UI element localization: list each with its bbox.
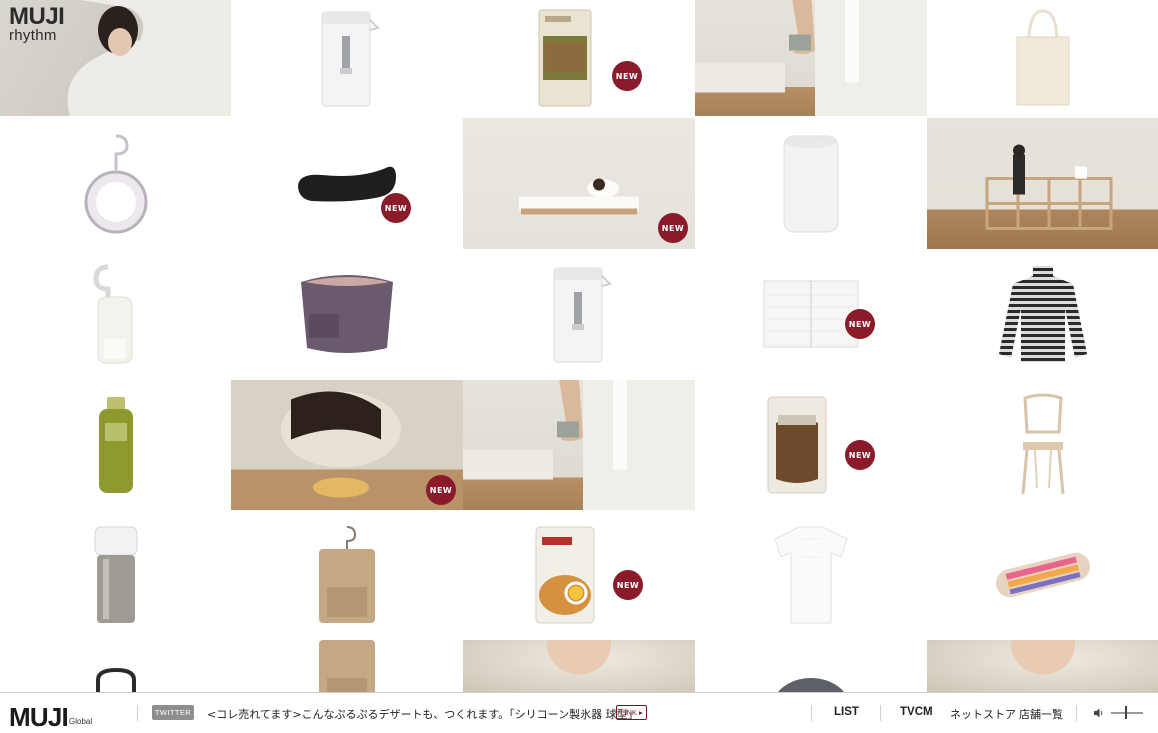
bag-handle-icon: [96, 667, 136, 692]
tile-notebook[interactable]: NEW: [695, 249, 927, 379]
pitcher-icon: [321, 11, 380, 107]
nav-list[interactable]: LIST: [834, 706, 859, 718]
tile-model-towel[interactable]: MUJI rhythm: [0, 0, 231, 116]
tile-chaplin-pouch[interactable]: NEW: [463, 510, 695, 640]
new-badge: NEW: [381, 193, 411, 223]
chair-icon: [1021, 393, 1065, 495]
new-badge: NEW: [658, 213, 688, 243]
tile-hanging-light[interactable]: [0, 118, 232, 249]
tile-cake-decorating[interactable]: NEW: [231, 380, 463, 510]
nav-tvcm[interactable]: TVCM: [900, 706, 933, 718]
nav-stores[interactable]: 店舗一覧: [1019, 706, 1063, 722]
tile-shelf-room[interactable]: [927, 118, 1158, 249]
speaker-icon[interactable]: [1093, 707, 1105, 719]
hanging-light-icon: [84, 134, 148, 233]
hanging-pouch-icon: [319, 640, 375, 692]
brand-sub: rhythm: [9, 26, 57, 44]
tile-cushion[interactable]: [695, 640, 927, 692]
tile-hook-lamp[interactable]: [0, 249, 232, 379]
pitcher-icon: [553, 267, 612, 363]
shelf-photo: [985, 144, 1113, 230]
cushion-icon: [777, 678, 845, 692]
brand-name: MUJI: [9, 3, 65, 30]
new-badge: NEW: [612, 61, 642, 91]
tile-striped-turtleneck[interactable]: [927, 249, 1158, 379]
tile-bed-lounge[interactable]: NEW: [463, 118, 695, 249]
stairs-photo: [463, 380, 695, 510]
pouch-icon: [538, 9, 592, 107]
tumbler-icon: [94, 526, 138, 623]
nav-netstore[interactable]: ネットストア: [950, 706, 1016, 722]
tile-water-pitcher-2[interactable]: [463, 249, 695, 379]
hanging-pouch-icon: [319, 526, 375, 623]
bottle-icon: [99, 397, 133, 493]
pencil-case-icon: [996, 552, 1090, 598]
notebook-icon: [763, 280, 859, 348]
tile-mother-child[interactable]: [463, 640, 695, 692]
portrait-photo: [547, 640, 611, 675]
tile-hanging-pouch[interactable]: [231, 510, 463, 640]
hook-lamp-icon: [93, 264, 133, 364]
tile-bag-organizer[interactable]: [231, 249, 463, 379]
product-grid: MUJI rhythm NEW NEW NEW NEW NEW NEW NEW: [0, 0, 1158, 692]
tile-bag-handle[interactable]: [0, 640, 232, 692]
tshirt-icon: [774, 526, 848, 624]
volume-knob[interactable]: [1125, 706, 1127, 719]
region-label[interactable]: Global: [69, 717, 92, 726]
tile-foot-cover[interactable]: NEW: [231, 118, 463, 249]
snack-bag-icon: [767, 396, 827, 494]
new-badge: NEW: [845, 440, 875, 470]
tile-water-pitcher[interactable]: [231, 0, 463, 116]
divider: [1076, 705, 1077, 721]
food-pack-icon: [535, 526, 595, 624]
turtleneck-icon: [999, 266, 1087, 362]
volume-slider[interactable]: [1111, 712, 1143, 714]
humidifier-icon: [783, 135, 839, 232]
twitter-ticker-text[interactable]: <コレ売れてます>こんなぷるぷるデザートも、つくれます。「シリコーン製氷器 球型…: [207, 706, 639, 722]
footer-logo[interactable]: MUJI: [9, 702, 69, 733]
tile-toner-bottle[interactable]: [0, 380, 232, 510]
new-badge: NEW: [845, 309, 875, 339]
tile-white-tshirts[interactable]: [695, 510, 927, 640]
divider: [880, 705, 881, 721]
tote-icon: [1016, 9, 1070, 106]
tile-humidifier[interactable]: [695, 118, 927, 249]
tile-stairs-socks-1[interactable]: [695, 0, 927, 116]
tile-curry-pouch[interactable]: NEW: [463, 0, 695, 116]
twitter-button[interactable]: TWITTER: [152, 705, 194, 720]
link-button[interactable]: LINK ▸: [616, 705, 647, 720]
stairs-photo: [695, 0, 927, 116]
divider: [137, 705, 138, 721]
divider: [811, 705, 812, 721]
new-badge: NEW: [613, 570, 643, 600]
organizer-icon: [301, 275, 393, 353]
tile-pencil-case[interactable]: [927, 510, 1158, 640]
tile-hanging-pouch-2[interactable]: [231, 640, 463, 692]
tile-tote-bag[interactable]: [927, 0, 1158, 116]
new-badge: NEW: [426, 475, 456, 505]
brand-logo[interactable]: MUJI rhythm: [9, 3, 65, 44]
tile-wooden-chair[interactable]: [927, 380, 1158, 510]
portrait-photo: [1011, 640, 1075, 675]
tile-tumbler[interactable]: [0, 510, 232, 640]
tile-smiling-child[interactable]: [927, 640, 1158, 692]
footer-bar: MUJI Global TWITTER <コレ売れてます>こんなぷるぷるデザート…: [0, 692, 1158, 732]
tile-stairs-socks-2[interactable]: [463, 380, 695, 510]
tile-snack-bag[interactable]: NEW: [695, 380, 927, 510]
